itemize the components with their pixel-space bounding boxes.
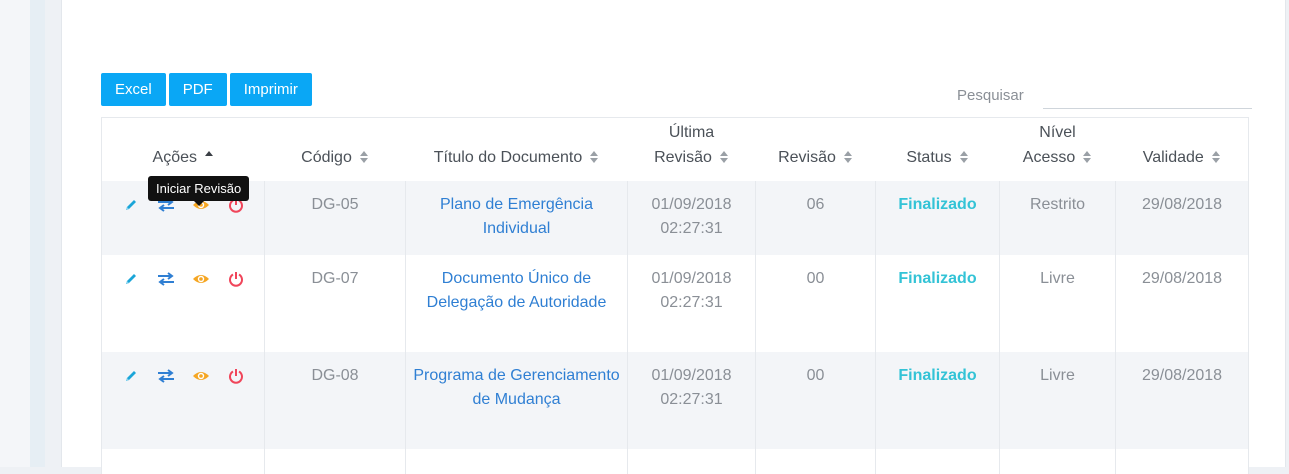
titulo-cell: Programa de Gerenciamento de Mudança [405, 351, 628, 449]
validade-cell [1115, 448, 1249, 474]
validade-cell: 29/08/2018 [1115, 351, 1249, 449]
validade-cell: 29/08/2018 [1115, 180, 1249, 255]
revisao-cell: 00 [755, 254, 876, 352]
status-cell [875, 448, 1000, 474]
sort-icon [359, 151, 369, 164]
sort-asc-icon [204, 151, 214, 163]
revisao-cell [755, 448, 876, 474]
status-cell: Finalizado [875, 254, 1000, 352]
revisao-cell: 06 [755, 180, 876, 255]
column-header-titulo[interactable]: Título do Documento [406, 118, 628, 181]
titulo-cell [405, 448, 628, 474]
header-nivel-label: Nível [1039, 123, 1076, 141]
ultima-revisao-cell [627, 448, 756, 474]
swap-arrows-icon[interactable] [157, 368, 175, 384]
column-header-status[interactable]: Status [876, 118, 1000, 181]
codigo-cell: DG-05 [264, 180, 406, 255]
ultima-revisao-cell: 01/09/2018 02:27:31 [627, 254, 756, 352]
table-row: DG-08 Programa de Gerenciamento de Mudan… [101, 351, 1249, 449]
table-row [101, 448, 1249, 474]
actions-cell [101, 448, 265, 474]
status-badge: Finalizado [898, 366, 977, 384]
header-revisao-label: Revisão [654, 148, 712, 166]
column-header-codigo[interactable]: Código [265, 118, 406, 181]
pdf-button[interactable]: PDF [168, 73, 227, 106]
nivel-acesso-cell [999, 448, 1116, 474]
sort-icon [1211, 151, 1221, 164]
eye-icon[interactable] [192, 271, 210, 287]
revision-date: 01/09/2018 [651, 366, 732, 384]
status-badge: Finalizado [898, 269, 977, 287]
codigo-cell [264, 448, 406, 474]
print-button[interactable]: Imprimir [229, 73, 312, 106]
header-status-label: Status [906, 148, 952, 166]
column-header-acoes[interactable]: Ações [102, 118, 265, 181]
nivel-acesso-cell: Restrito [999, 180, 1116, 255]
pencil-icon[interactable] [122, 368, 140, 384]
actions-cell [101, 254, 265, 352]
revision-time: 02:27:31 [660, 390, 723, 408]
excel-button[interactable]: Excel [101, 73, 166, 106]
header-codigo-label: Código [301, 148, 352, 166]
header-validade-label: Validade [1142, 148, 1204, 166]
sort-icon [719, 151, 729, 164]
search-label: Pesquisar [957, 87, 1024, 104]
sort-icon [843, 151, 853, 164]
sort-icon [590, 151, 599, 164]
status-cell: Finalizado [875, 351, 1000, 449]
pencil-icon[interactable] [122, 271, 140, 287]
validade-cell: 29/08/2018 [1115, 254, 1249, 352]
search-input[interactable] [1043, 84, 1252, 109]
power-icon[interactable] [227, 271, 245, 287]
column-header-validade[interactable]: Validade [1116, 118, 1249, 181]
sort-icon [1083, 151, 1092, 164]
nivel-acesso-cell: Livre [999, 254, 1116, 352]
codigo-cell: DG-08 [264, 351, 406, 449]
table-row: DG-07 Documento Único de Delegação de Au… [101, 254, 1249, 352]
titulo-cell: Documento Único de Delegação de Autorida… [405, 254, 628, 352]
column-header-revisao[interactable]: Revisão [756, 118, 876, 181]
nivel-acesso-cell: Livre [999, 351, 1116, 449]
table-row: DG-05 Plano de Emergência Individual 01/… [101, 180, 1249, 255]
export-button-group: Excel PDF Imprimir [101, 73, 312, 106]
eye-icon[interactable] [192, 368, 210, 384]
status-cell: Finalizado [875, 180, 1000, 255]
left-margin [0, 0, 30, 467]
header-revisao-col-label: Revisão [778, 148, 836, 166]
documents-table: Ações Código Título do Documento Última R… [101, 117, 1249, 474]
pencil-icon[interactable] [122, 197, 140, 213]
sidebar-edge [30, 0, 45, 467]
revision-date: 01/09/2018 [651, 269, 732, 287]
document-title-link[interactable]: Documento Único de Delegação de Autorida… [427, 270, 607, 311]
revision-date: 01/09/2018 [651, 195, 732, 213]
header-titulo-label: Título do Documento [433, 148, 583, 166]
power-icon[interactable] [227, 368, 245, 384]
revisao-cell: 00 [755, 351, 876, 449]
revision-time: 02:27:31 [660, 293, 723, 311]
header-acoes-label: Ações [152, 148, 197, 166]
sort-icon [959, 151, 969, 164]
header-ultima-label: Última [668, 123, 715, 141]
status-badge: Finalizado [898, 195, 977, 213]
column-header-ultima-revisao[interactable]: Última Revisão [628, 118, 756, 181]
header-acesso-label: Acesso [1022, 148, 1076, 166]
swap-arrows-icon[interactable] [157, 271, 175, 287]
ultima-revisao-cell: 01/09/2018 02:27:31 [627, 351, 756, 449]
tooltip: Iniciar Revisão [148, 176, 250, 206]
column-header-nivel-acesso[interactable]: Nível Acesso [1000, 118, 1116, 181]
document-title-link[interactable]: Programa de Gerenciamento de Mudança [413, 367, 619, 408]
table-header-row: Ações Código Título do Documento Última R… [102, 118, 1249, 181]
right-margin [1285, 0, 1289, 467]
titulo-cell: Plano de Emergência Individual [405, 180, 628, 255]
ultima-revisao-cell: 01/09/2018 02:27:31 [627, 180, 756, 255]
actions-cell [101, 351, 265, 449]
document-title-link[interactable]: Plano de Emergência Individual [440, 196, 593, 237]
revision-time: 02:27:31 [660, 219, 723, 237]
codigo-cell: DG-07 [264, 254, 406, 352]
